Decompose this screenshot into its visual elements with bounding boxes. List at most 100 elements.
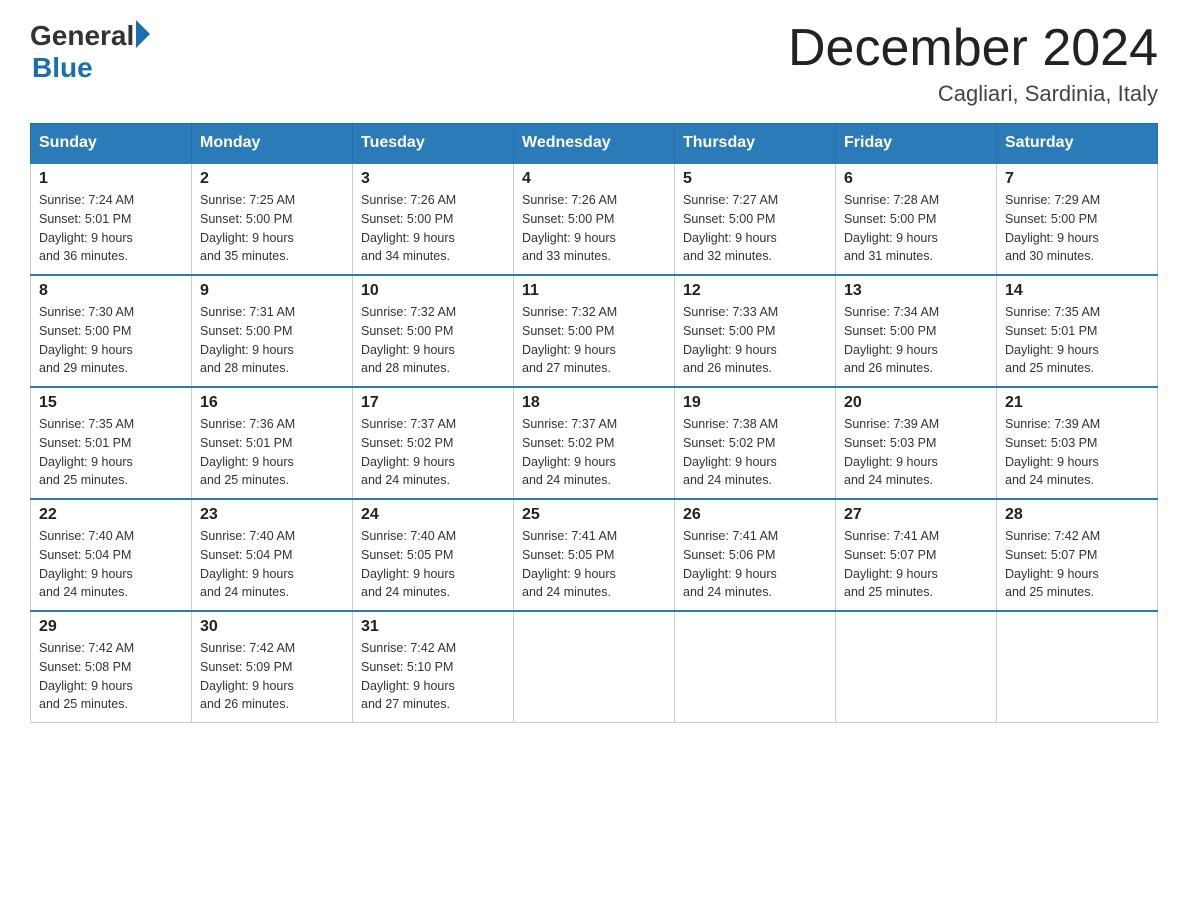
day-number: 24	[361, 506, 505, 524]
day-number: 11	[522, 282, 666, 300]
header-row: SundayMondayTuesdayWednesdayThursdayFrid…	[31, 124, 1158, 164]
day-info: Sunrise: 7:30 AMSunset: 5:00 PMDaylight:…	[39, 305, 134, 375]
calendar-cell: 7 Sunrise: 7:29 AMSunset: 5:00 PMDayligh…	[997, 163, 1158, 275]
day-info: Sunrise: 7:26 AMSunset: 5:00 PMDaylight:…	[522, 193, 617, 263]
week-row: 22 Sunrise: 7:40 AMSunset: 5:04 PMDaylig…	[31, 499, 1158, 611]
calendar-cell: 28 Sunrise: 7:42 AMSunset: 5:07 PMDaylig…	[997, 499, 1158, 611]
day-of-week-header: Friday	[836, 124, 997, 164]
calendar-cell: 12 Sunrise: 7:33 AMSunset: 5:00 PMDaylig…	[675, 275, 836, 387]
day-number: 22	[39, 506, 183, 524]
week-row: 8 Sunrise: 7:30 AMSunset: 5:00 PMDayligh…	[31, 275, 1158, 387]
day-number: 2	[200, 170, 344, 188]
day-of-week-header: Sunday	[31, 124, 192, 164]
day-number: 15	[39, 394, 183, 412]
day-info: Sunrise: 7:39 AMSunset: 5:03 PMDaylight:…	[1005, 417, 1100, 487]
day-info: Sunrise: 7:35 AMSunset: 5:01 PMDaylight:…	[39, 417, 134, 487]
day-info: Sunrise: 7:36 AMSunset: 5:01 PMDaylight:…	[200, 417, 295, 487]
week-row: 15 Sunrise: 7:35 AMSunset: 5:01 PMDaylig…	[31, 387, 1158, 499]
day-of-week-header: Monday	[192, 124, 353, 164]
calendar-cell: 31 Sunrise: 7:42 AMSunset: 5:10 PMDaylig…	[353, 611, 514, 723]
day-number: 4	[522, 170, 666, 188]
day-info: Sunrise: 7:27 AMSunset: 5:00 PMDaylight:…	[683, 193, 778, 263]
calendar-cell: 17 Sunrise: 7:37 AMSunset: 5:02 PMDaylig…	[353, 387, 514, 499]
day-number: 3	[361, 170, 505, 188]
calendar-cell: 20 Sunrise: 7:39 AMSunset: 5:03 PMDaylig…	[836, 387, 997, 499]
day-number: 17	[361, 394, 505, 412]
day-number: 27	[844, 506, 988, 524]
calendar-cell: 4 Sunrise: 7:26 AMSunset: 5:00 PMDayligh…	[514, 163, 675, 275]
day-info: Sunrise: 7:42 AMSunset: 5:07 PMDaylight:…	[1005, 529, 1100, 599]
day-info: Sunrise: 7:32 AMSunset: 5:00 PMDaylight:…	[522, 305, 617, 375]
day-info: Sunrise: 7:31 AMSunset: 5:00 PMDaylight:…	[200, 305, 295, 375]
logo-text: General	[30, 20, 150, 52]
day-number: 19	[683, 394, 827, 412]
calendar-cell: 22 Sunrise: 7:40 AMSunset: 5:04 PMDaylig…	[31, 499, 192, 611]
calendar-cell: 9 Sunrise: 7:31 AMSunset: 5:00 PMDayligh…	[192, 275, 353, 387]
calendar-cell: 5 Sunrise: 7:27 AMSunset: 5:00 PMDayligh…	[675, 163, 836, 275]
day-info: Sunrise: 7:41 AMSunset: 5:05 PMDaylight:…	[522, 529, 617, 599]
day-info: Sunrise: 7:42 AMSunset: 5:09 PMDaylight:…	[200, 641, 295, 711]
day-info: Sunrise: 7:26 AMSunset: 5:00 PMDaylight:…	[361, 193, 456, 263]
day-number: 7	[1005, 170, 1149, 188]
calendar-cell: 27 Sunrise: 7:41 AMSunset: 5:07 PMDaylig…	[836, 499, 997, 611]
calendar-cell: 8 Sunrise: 7:30 AMSunset: 5:00 PMDayligh…	[31, 275, 192, 387]
day-number: 23	[200, 506, 344, 524]
calendar-cell: 6 Sunrise: 7:28 AMSunset: 5:00 PMDayligh…	[836, 163, 997, 275]
day-number: 12	[683, 282, 827, 300]
calendar-cell	[514, 611, 675, 723]
logo-blue-text: Blue	[32, 52, 93, 84]
day-info: Sunrise: 7:37 AMSunset: 5:02 PMDaylight:…	[522, 417, 617, 487]
day-info: Sunrise: 7:38 AMSunset: 5:02 PMDaylight:…	[683, 417, 778, 487]
calendar-cell	[836, 611, 997, 723]
calendar-body: 1 Sunrise: 7:24 AMSunset: 5:01 PMDayligh…	[31, 163, 1158, 723]
calendar-cell: 3 Sunrise: 7:26 AMSunset: 5:00 PMDayligh…	[353, 163, 514, 275]
page-header: General Blue December 2024 Cagliari, Sar…	[30, 20, 1158, 107]
day-number: 18	[522, 394, 666, 412]
calendar-cell: 25 Sunrise: 7:41 AMSunset: 5:05 PMDaylig…	[514, 499, 675, 611]
title-block: December 2024 Cagliari, Sardinia, Italy	[788, 20, 1158, 107]
day-of-week-header: Wednesday	[514, 124, 675, 164]
day-number: 10	[361, 282, 505, 300]
day-number: 13	[844, 282, 988, 300]
day-info: Sunrise: 7:37 AMSunset: 5:02 PMDaylight:…	[361, 417, 456, 487]
day-info: Sunrise: 7:33 AMSunset: 5:00 PMDaylight:…	[683, 305, 778, 375]
day-of-week-header: Saturday	[997, 124, 1158, 164]
day-info: Sunrise: 7:34 AMSunset: 5:00 PMDaylight:…	[844, 305, 939, 375]
day-number: 6	[844, 170, 988, 188]
calendar-cell: 13 Sunrise: 7:34 AMSunset: 5:00 PMDaylig…	[836, 275, 997, 387]
calendar-cell: 11 Sunrise: 7:32 AMSunset: 5:00 PMDaylig…	[514, 275, 675, 387]
day-info: Sunrise: 7:40 AMSunset: 5:04 PMDaylight:…	[200, 529, 295, 599]
logo-general-text: General	[30, 20, 134, 52]
calendar-cell: 15 Sunrise: 7:35 AMSunset: 5:01 PMDaylig…	[31, 387, 192, 499]
day-number: 8	[39, 282, 183, 300]
day-info: Sunrise: 7:42 AMSunset: 5:10 PMDaylight:…	[361, 641, 456, 711]
day-info: Sunrise: 7:24 AMSunset: 5:01 PMDaylight:…	[39, 193, 134, 263]
calendar-cell: 14 Sunrise: 7:35 AMSunset: 5:01 PMDaylig…	[997, 275, 1158, 387]
week-row: 29 Sunrise: 7:42 AMSunset: 5:08 PMDaylig…	[31, 611, 1158, 723]
day-info: Sunrise: 7:35 AMSunset: 5:01 PMDaylight:…	[1005, 305, 1100, 375]
calendar-cell: 24 Sunrise: 7:40 AMSunset: 5:05 PMDaylig…	[353, 499, 514, 611]
calendar-cell: 2 Sunrise: 7:25 AMSunset: 5:00 PMDayligh…	[192, 163, 353, 275]
day-info: Sunrise: 7:32 AMSunset: 5:00 PMDaylight:…	[361, 305, 456, 375]
day-number: 26	[683, 506, 827, 524]
logo: General Blue	[30, 20, 150, 84]
day-info: Sunrise: 7:40 AMSunset: 5:04 PMDaylight:…	[39, 529, 134, 599]
calendar-cell: 10 Sunrise: 7:32 AMSunset: 5:00 PMDaylig…	[353, 275, 514, 387]
day-number: 20	[844, 394, 988, 412]
calendar-cell: 26 Sunrise: 7:41 AMSunset: 5:06 PMDaylig…	[675, 499, 836, 611]
day-info: Sunrise: 7:39 AMSunset: 5:03 PMDaylight:…	[844, 417, 939, 487]
calendar-cell: 30 Sunrise: 7:42 AMSunset: 5:09 PMDaylig…	[192, 611, 353, 723]
day-info: Sunrise: 7:40 AMSunset: 5:05 PMDaylight:…	[361, 529, 456, 599]
location-text: Cagliari, Sardinia, Italy	[788, 81, 1158, 107]
calendar-cell: 21 Sunrise: 7:39 AMSunset: 5:03 PMDaylig…	[997, 387, 1158, 499]
day-number: 28	[1005, 506, 1149, 524]
calendar-cell: 16 Sunrise: 7:36 AMSunset: 5:01 PMDaylig…	[192, 387, 353, 499]
day-number: 25	[522, 506, 666, 524]
day-of-week-header: Tuesday	[353, 124, 514, 164]
calendar-cell: 1 Sunrise: 7:24 AMSunset: 5:01 PMDayligh…	[31, 163, 192, 275]
day-number: 21	[1005, 394, 1149, 412]
calendar-cell	[675, 611, 836, 723]
calendar-table: SundayMondayTuesdayWednesdayThursdayFrid…	[30, 123, 1158, 723]
day-number: 5	[683, 170, 827, 188]
day-info: Sunrise: 7:41 AMSunset: 5:07 PMDaylight:…	[844, 529, 939, 599]
